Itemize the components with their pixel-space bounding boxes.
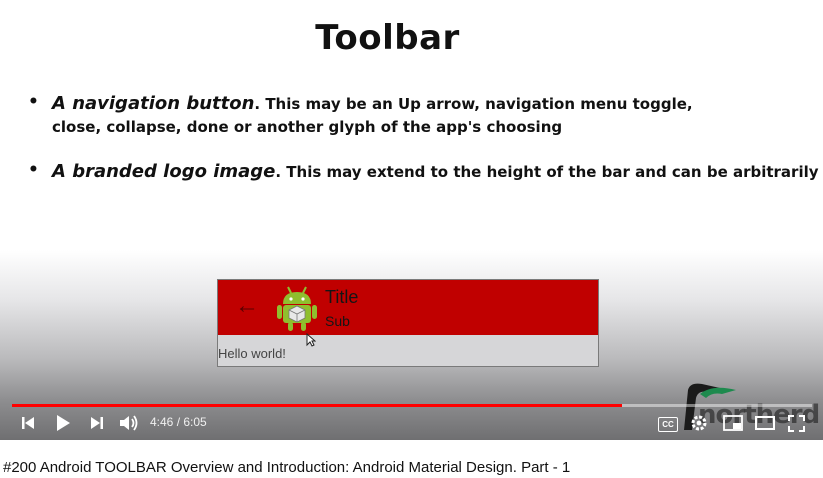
hello-world-text: Hello world!: [218, 346, 286, 361]
volume-icon[interactable]: [119, 414, 139, 432]
bullet-text: . This may extend to the height of the b…: [275, 163, 823, 181]
play-icon[interactable]: [54, 414, 72, 432]
bullet-text: . This may be an Up arrow, navigation me…: [254, 95, 693, 113]
skip-next-icon[interactable]: [89, 415, 105, 431]
time-total: 6:05: [183, 415, 207, 429]
arrow-back-icon: ←: [235, 292, 259, 319]
bullet-symbol: •: [28, 92, 39, 112]
toolbar-subtitle: Sub: [325, 313, 350, 329]
video-player[interactable]: Toolbar • A navigation button. This may …: [0, 0, 823, 440]
mouse-cursor-icon: [306, 333, 316, 347]
time-current: 4:46: [150, 415, 174, 429]
bullet-symbol: •: [28, 160, 39, 180]
cc-icon[interactable]: CC: [658, 417, 678, 432]
time-display: 4:46 / 6:05: [150, 415, 207, 429]
miniplayer-icon[interactable]: [723, 415, 743, 431]
progress-bar[interactable]: [12, 404, 812, 407]
slide-title: Toolbar: [315, 18, 460, 58]
demo-app-screenshot: ← Title Sub Hello world!: [217, 279, 599, 367]
bullet-branded-logo: • A branded logo image. This may extend …: [28, 160, 823, 186]
bullet-text-line2: close, collapse, done or another glyph o…: [52, 118, 563, 136]
bullet-emphasis: A branded logo image: [52, 161, 276, 182]
theater-icon[interactable]: [755, 416, 775, 430]
skip-previous-icon[interactable]: [20, 415, 36, 431]
settings-icon[interactable]: [690, 414, 708, 432]
demo-toolbar: ← Title Sub: [218, 280, 598, 335]
bullet-emphasis: A navigation button: [52, 93, 255, 114]
video-title: #200 Android TOOLBAR Overview and Introd…: [3, 459, 571, 476]
bullet-navigation-button: • A navigation button. This may be an Up…: [28, 92, 788, 142]
fullscreen-icon[interactable]: [788, 415, 805, 432]
time-separator: /: [173, 415, 184, 429]
android-logo-icon: [277, 286, 317, 331]
progress-played: [12, 404, 622, 407]
toolbar-title: Title: [325, 287, 359, 307]
